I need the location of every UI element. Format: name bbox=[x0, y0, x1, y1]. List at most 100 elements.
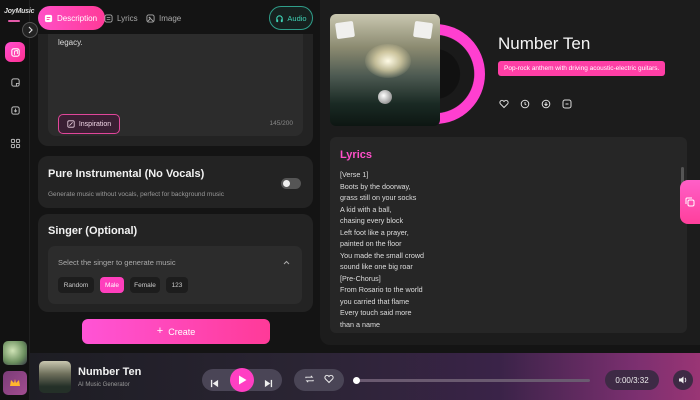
lyric-line: chasing every block bbox=[340, 216, 404, 225]
music-icon bbox=[10, 47, 20, 57]
side-drawer-tab[interactable] bbox=[680, 180, 700, 224]
previous-button[interactable] bbox=[210, 375, 219, 393]
crown-icon bbox=[10, 379, 20, 386]
sidebar-item-apps[interactable] bbox=[5, 133, 25, 153]
lyric-line: than a name bbox=[340, 319, 380, 329]
lyric-line: Left foot like a prayer, bbox=[340, 227, 409, 237]
sidebar-item-create[interactable] bbox=[5, 42, 25, 62]
description-panel: legacy. Inspiration 145/200 bbox=[38, 34, 313, 146]
tab-description[interactable]: Description bbox=[38, 6, 106, 30]
song-actions bbox=[498, 98, 572, 109]
volume-icon bbox=[679, 376, 687, 384]
shirt-graphic bbox=[412, 20, 434, 40]
singer-placeholder: Select the singer to generate music bbox=[58, 258, 176, 267]
song-title: Number Ten bbox=[498, 34, 591, 53]
lyric-line: painted on the floor bbox=[340, 239, 402, 248]
note-icon bbox=[10, 77, 20, 87]
char-counter: 145/200 bbox=[269, 120, 294, 127]
sidebar-expand-button[interactable] bbox=[22, 22, 38, 38]
ball-graphic bbox=[378, 90, 392, 104]
lyrics-icon bbox=[104, 13, 113, 23]
lyric-line: sound like one big roar bbox=[340, 262, 413, 271]
inspiration-label: Inspiration bbox=[78, 120, 112, 128]
play-button[interactable] bbox=[230, 368, 254, 392]
player-bar: Number Ten AI Music Generator 0:00/3:32 bbox=[30, 353, 700, 400]
lyric-line: You made the small crowd bbox=[340, 250, 425, 260]
chevron-up-icon bbox=[283, 258, 290, 267]
playback-extras bbox=[294, 369, 344, 391]
tab-audio[interactable]: Audio bbox=[269, 6, 313, 30]
stadium-light bbox=[365, 44, 411, 78]
singer-option-random[interactable]: Random bbox=[58, 277, 94, 293]
shirt-graphic bbox=[334, 20, 356, 40]
singer-option-123[interactable]: 123 bbox=[166, 277, 188, 293]
share-icon[interactable] bbox=[519, 98, 530, 109]
progress-slider[interactable] bbox=[353, 377, 590, 384]
lyric-line: From Rosario to the world bbox=[340, 285, 423, 294]
play-icon bbox=[238, 375, 246, 385]
sidebar-item-notes[interactable] bbox=[5, 72, 25, 92]
lyric-line: you carried that flame bbox=[340, 296, 410, 306]
plus-icon: + bbox=[156, 325, 164, 337]
more-icon[interactable] bbox=[561, 98, 572, 109]
description-icon bbox=[44, 14, 53, 22]
lyrics-body: [Verse 1] Boots by the doorway, grass st… bbox=[340, 169, 660, 330]
copy-icon bbox=[685, 197, 695, 207]
tab-image[interactable]: Image bbox=[146, 6, 181, 30]
lyric-line: Every touch said more bbox=[340, 308, 412, 317]
player-title: Number Ten bbox=[78, 366, 142, 378]
lyric-line: A kid with a ball, bbox=[340, 204, 392, 214]
description-input[interactable]: legacy. Inspiration 145/200 bbox=[48, 34, 303, 136]
tab-label: Lyrics bbox=[117, 13, 138, 23]
logo: JoyMusic bbox=[4, 8, 35, 15]
heart-icon[interactable] bbox=[498, 98, 509, 109]
repeat-icon bbox=[305, 375, 314, 383]
singer-option-female[interactable]: Female bbox=[130, 277, 160, 293]
avatar[interactable] bbox=[3, 341, 27, 365]
song-detail-panel: Number Ten Pop-rock anthem with driving … bbox=[320, 0, 700, 345]
create-button[interactable]: + Create bbox=[82, 319, 270, 344]
description-text: legacy. bbox=[58, 38, 83, 47]
toggle-knob bbox=[283, 180, 290, 187]
singer-panel: Singer (Optional) Select the singer to g… bbox=[38, 214, 313, 312]
player-cover[interactable] bbox=[39, 361, 71, 393]
singer-title: Singer (Optional) bbox=[48, 225, 138, 237]
style-tag: Pop-rock anthem with driving acoustic-el… bbox=[498, 61, 666, 76]
next-button[interactable] bbox=[264, 375, 273, 393]
audio-icon bbox=[276, 14, 284, 22]
heart-icon bbox=[324, 374, 334, 384]
lyric-line: Boots by the doorway, bbox=[340, 181, 411, 191]
edit-icon bbox=[67, 120, 75, 128]
cover-wrap bbox=[330, 14, 490, 126]
singer-select[interactable]: Select the singer to generate music Rand… bbox=[48, 246, 302, 304]
tab-label: Audio bbox=[287, 13, 307, 23]
tab-label: Description bbox=[57, 13, 98, 23]
vip-button[interactable] bbox=[3, 371, 27, 395]
cover-image bbox=[330, 14, 440, 126]
instrumental-toggle[interactable] bbox=[281, 178, 301, 189]
grid-icon bbox=[10, 138, 20, 148]
tab-label: Image bbox=[159, 13, 182, 23]
inspiration-button[interactable]: Inspiration bbox=[58, 114, 120, 134]
singer-option-male[interactable]: Male bbox=[100, 277, 124, 293]
lyrics-panel: Lyrics [Verse 1] Boots by the doorway, g… bbox=[330, 137, 687, 333]
app-root: JoyMusic Description Lyrics Image Audio … bbox=[0, 0, 700, 400]
lyric-line: grass still on your socks bbox=[340, 193, 417, 202]
instrumental-title: Pure Instrumental (No Vocals) bbox=[48, 168, 205, 180]
download-icon bbox=[10, 105, 20, 115]
tab-lyrics[interactable]: Lyrics bbox=[104, 6, 138, 30]
instrumental-subtitle: Generate music without vocals, perfect f… bbox=[48, 191, 224, 198]
volume-button[interactable] bbox=[673, 370, 693, 390]
sidebar: JoyMusic bbox=[0, 0, 35, 400]
download-icon[interactable] bbox=[540, 98, 551, 109]
progress-knob[interactable] bbox=[353, 377, 360, 384]
time-display: 0:00/3:32 bbox=[605, 370, 659, 390]
lyric-line: [Verse 1] bbox=[340, 170, 369, 179]
like-button[interactable] bbox=[324, 371, 334, 389]
lyrics-title: Lyrics bbox=[340, 149, 373, 161]
skip-back-icon bbox=[210, 379, 219, 388]
repeat-button[interactable] bbox=[304, 371, 315, 389]
sidebar-item-downloads[interactable] bbox=[5, 100, 25, 120]
create-label: Create bbox=[168, 326, 196, 337]
skip-forward-icon bbox=[264, 379, 273, 388]
